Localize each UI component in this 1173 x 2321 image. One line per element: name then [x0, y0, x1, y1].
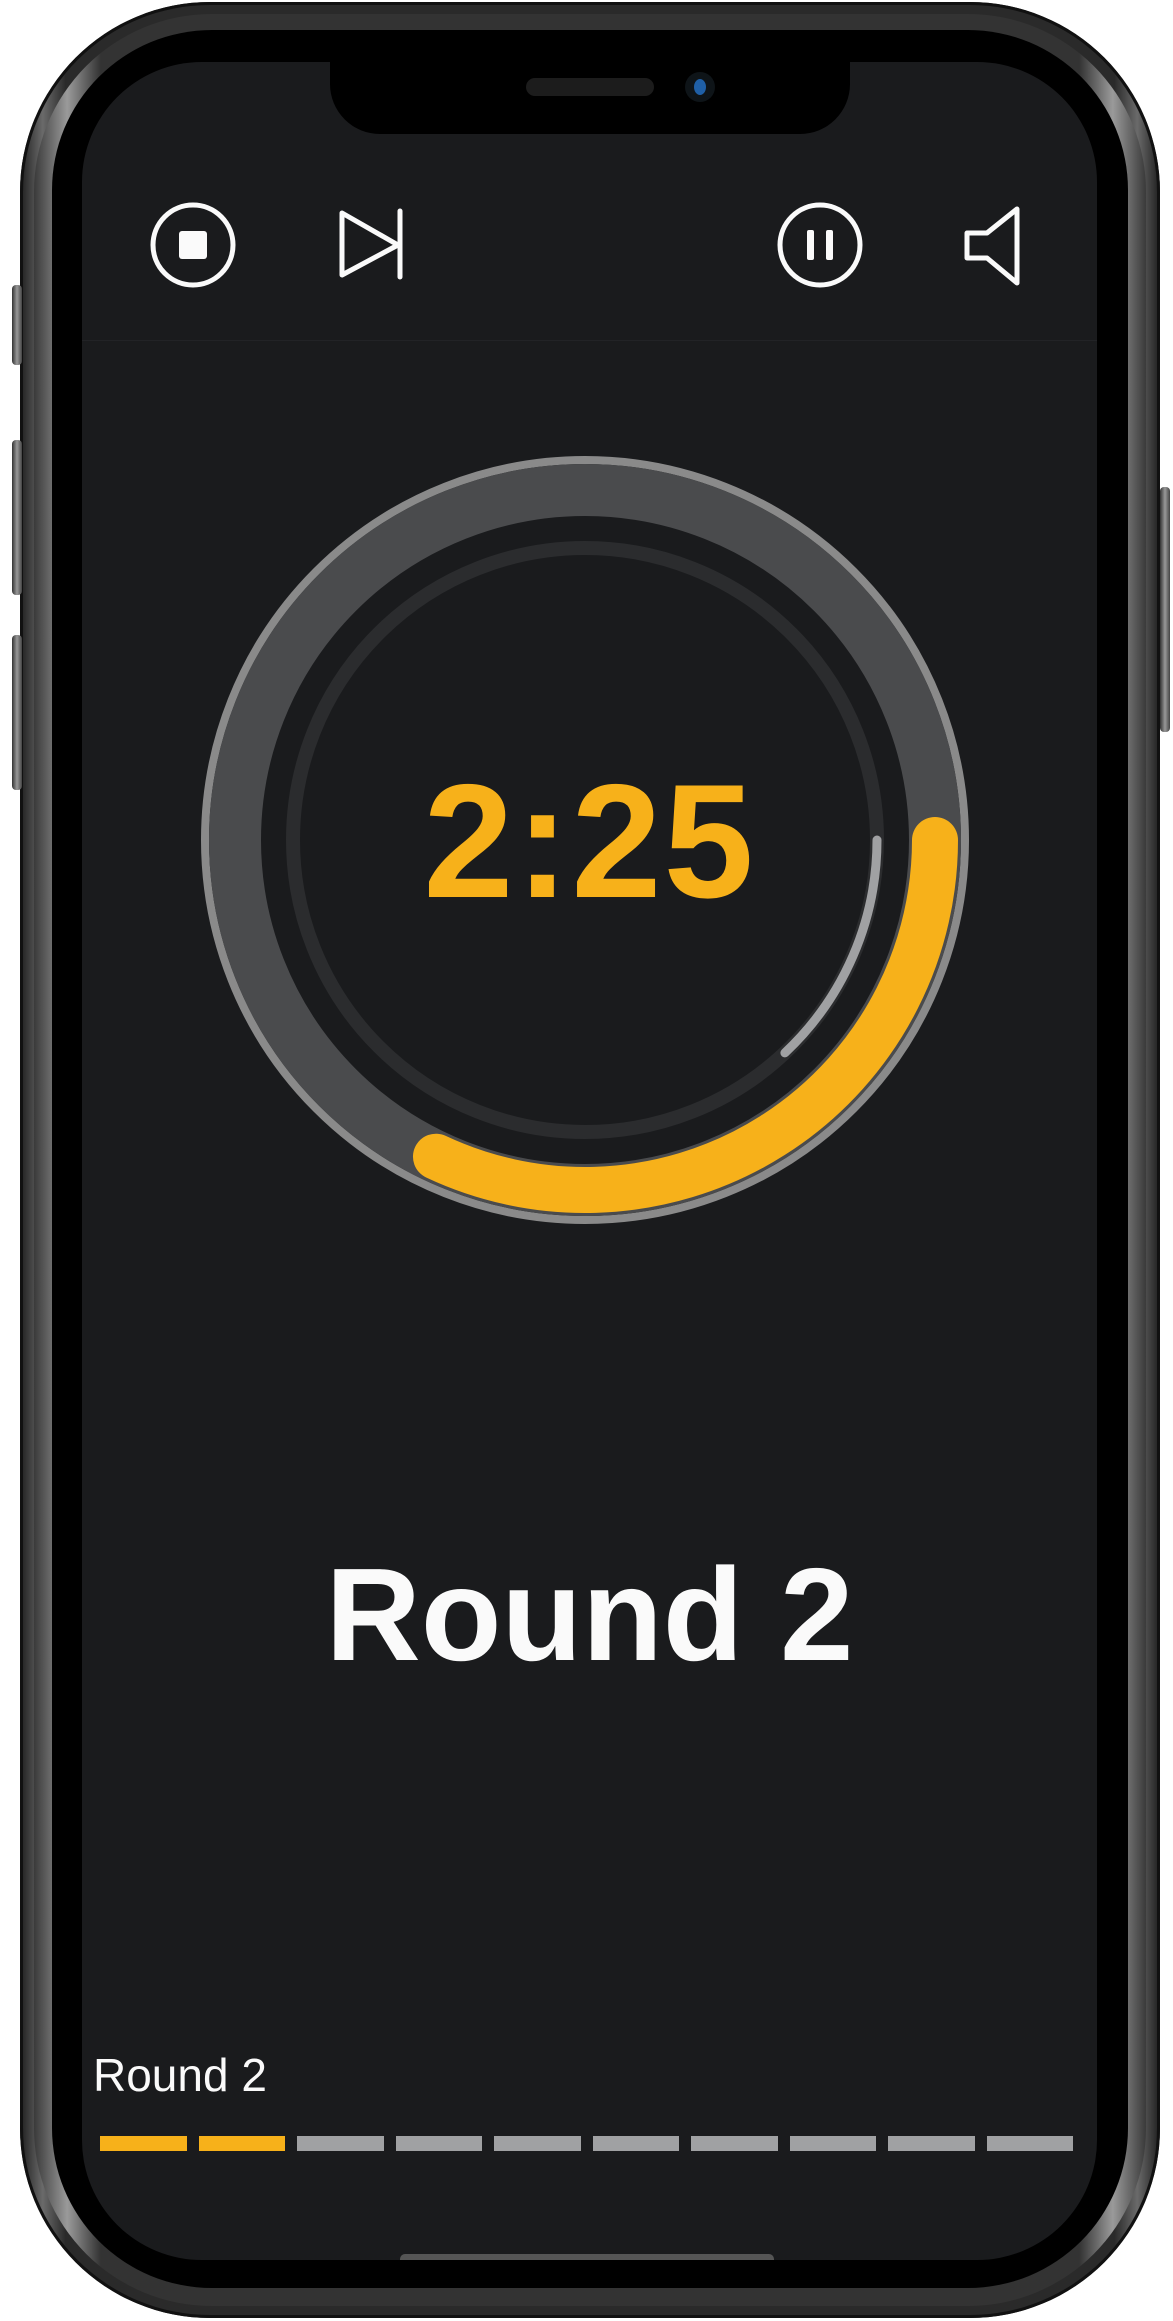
round-progress — [100, 2136, 1073, 2151]
round-segment-complete — [198, 2136, 285, 2151]
round-title: Round 2 — [325, 1541, 854, 1688]
front-camera — [685, 72, 715, 102]
round-segment-pending — [888, 2136, 975, 2151]
round-segment-pending — [297, 2136, 384, 2151]
round-segment-pending — [691, 2136, 778, 2151]
timer-dial — [201, 456, 969, 1224]
round-segment-pending — [494, 2136, 581, 2151]
home-indicator[interactable] — [400, 2254, 774, 2260]
app-screen: 2:25 Round 2 Round 2 — [82, 62, 1097, 2260]
round-label: Round 2 — [93, 2049, 267, 2101]
volume-down-button — [12, 635, 22, 790]
round-segment-pending — [395, 2136, 482, 2151]
power-button — [1160, 487, 1170, 732]
round-segment-pending — [592, 2136, 679, 2151]
volume-up-button — [12, 440, 22, 595]
round-segment-pending — [986, 2136, 1073, 2151]
earpiece — [526, 78, 654, 96]
mute-switch — [12, 285, 22, 365]
round-segment-pending — [789, 2136, 876, 2151]
round-segment-complete — [100, 2136, 187, 2151]
timer-countdown: 2:25 — [423, 751, 756, 932]
notch — [330, 62, 850, 134]
